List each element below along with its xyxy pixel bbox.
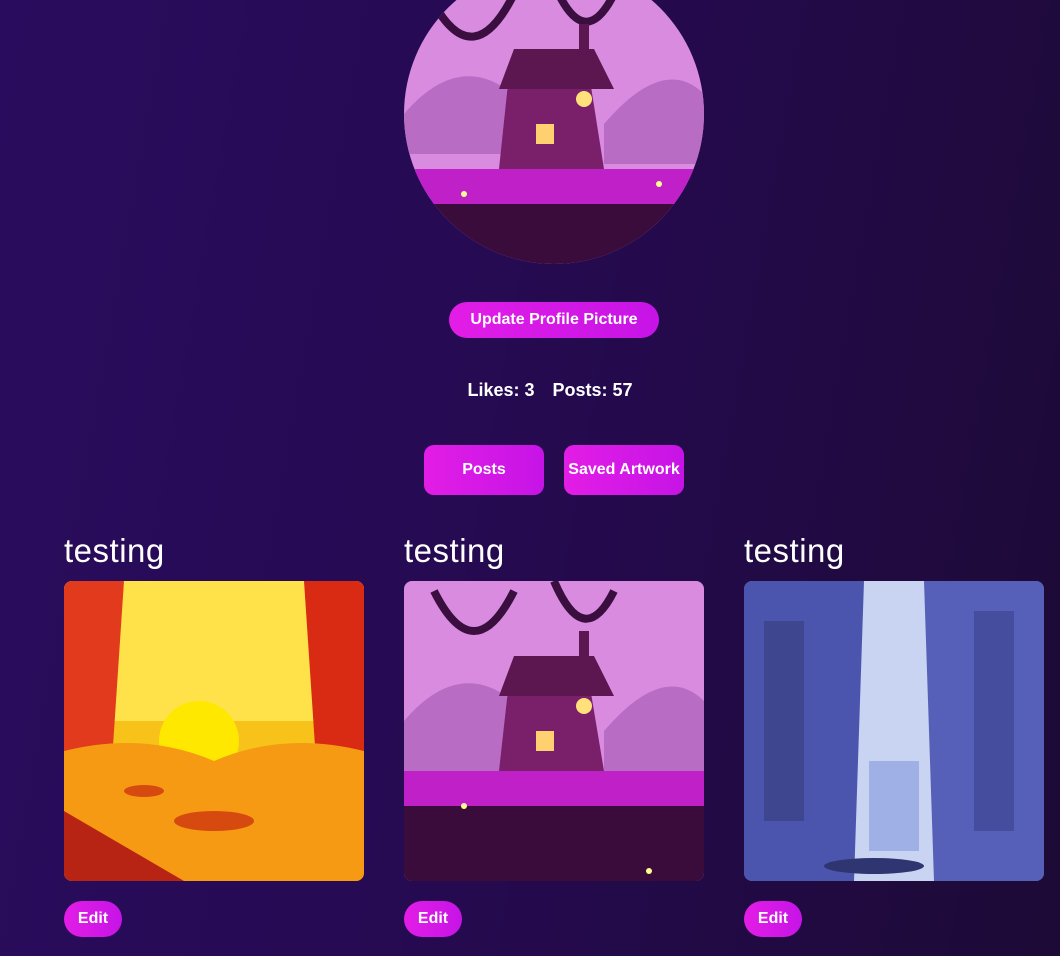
house-artwork-image <box>404 581 704 881</box>
likes-count: Likes: 3 <box>467 380 535 400</box>
post-title: testing <box>744 532 845 569</box>
sunset-artwork-image <box>64 581 364 881</box>
profile-stats: Likes: 3 Posts: 57 <box>0 380 1060 401</box>
house-artwork-image <box>404 0 704 264</box>
post-title: testing <box>404 532 505 569</box>
post-image[interactable] <box>744 581 1044 881</box>
tab-saved-artwork[interactable]: Saved Artwork <box>564 445 684 495</box>
edit-button[interactable]: Edit <box>744 901 802 937</box>
post-title: testing <box>64 532 165 569</box>
edit-button[interactable]: Edit <box>64 901 122 937</box>
update-profile-picture-button[interactable]: Update Profile Picture <box>449 302 659 338</box>
edit-button[interactable]: Edit <box>404 901 462 937</box>
post-image[interactable] <box>64 581 364 881</box>
post-image[interactable] <box>404 581 704 881</box>
profile-avatar <box>404 0 704 264</box>
alley-artwork-image <box>744 581 1044 881</box>
tab-posts[interactable]: Posts <box>424 445 544 495</box>
posts-count: Posts: 57 <box>552 380 633 400</box>
